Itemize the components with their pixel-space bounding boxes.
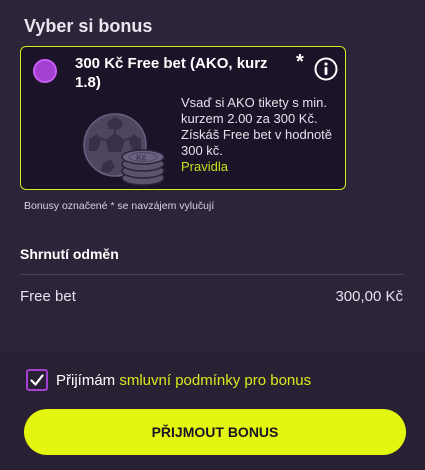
- checkmark-icon: [30, 374, 44, 386]
- summary-title: Shrnutí odměn: [20, 246, 119, 262]
- terms-checkbox[interactable]: [26, 369, 48, 391]
- page-title: Vyber si bonus: [24, 16, 153, 36]
- svg-text:Kč: Kč: [136, 154, 147, 163]
- exclusive-note: Bonusy označené * se navzájem vylučují: [24, 200, 215, 212]
- bonus-radio-selected[interactable]: [33, 59, 57, 83]
- bonus-option-card[interactable]: 300 Kč Free bet (AKO, kurz 1.8) * Kč Vsa…: [20, 46, 346, 190]
- bonus-title: 300 Kč Free bet (AKO, kurz 1.8): [75, 55, 268, 91]
- football-coins-icon: Kč: [83, 113, 165, 186]
- rules-link[interactable]: Pravidla: [181, 159, 228, 174]
- summary-divider: [20, 274, 404, 275]
- bonus-panel: Vyber si bonus 300 Kč Free bet (AKO, kur…: [0, 0, 425, 470]
- terms-label: Přijímám smluvní podmínky pro bonus: [56, 372, 311, 389]
- accept-bonus-button[interactable]: PŘIJMOUT BONUS: [24, 409, 406, 455]
- summary-label: Free bet: [20, 288, 76, 305]
- summary-value: 300,00 Kč: [335, 288, 403, 305]
- terms-link[interactable]: smluvní podmínky pro bonus: [119, 372, 311, 389]
- exclusive-asterisk: *: [296, 51, 304, 73]
- info-icon[interactable]: [314, 57, 338, 81]
- terms-prefix: Přijímám: [56, 372, 120, 389]
- bonus-description: Vsaď si AKO tikety s min. kurzem 2.00 za…: [181, 95, 333, 158]
